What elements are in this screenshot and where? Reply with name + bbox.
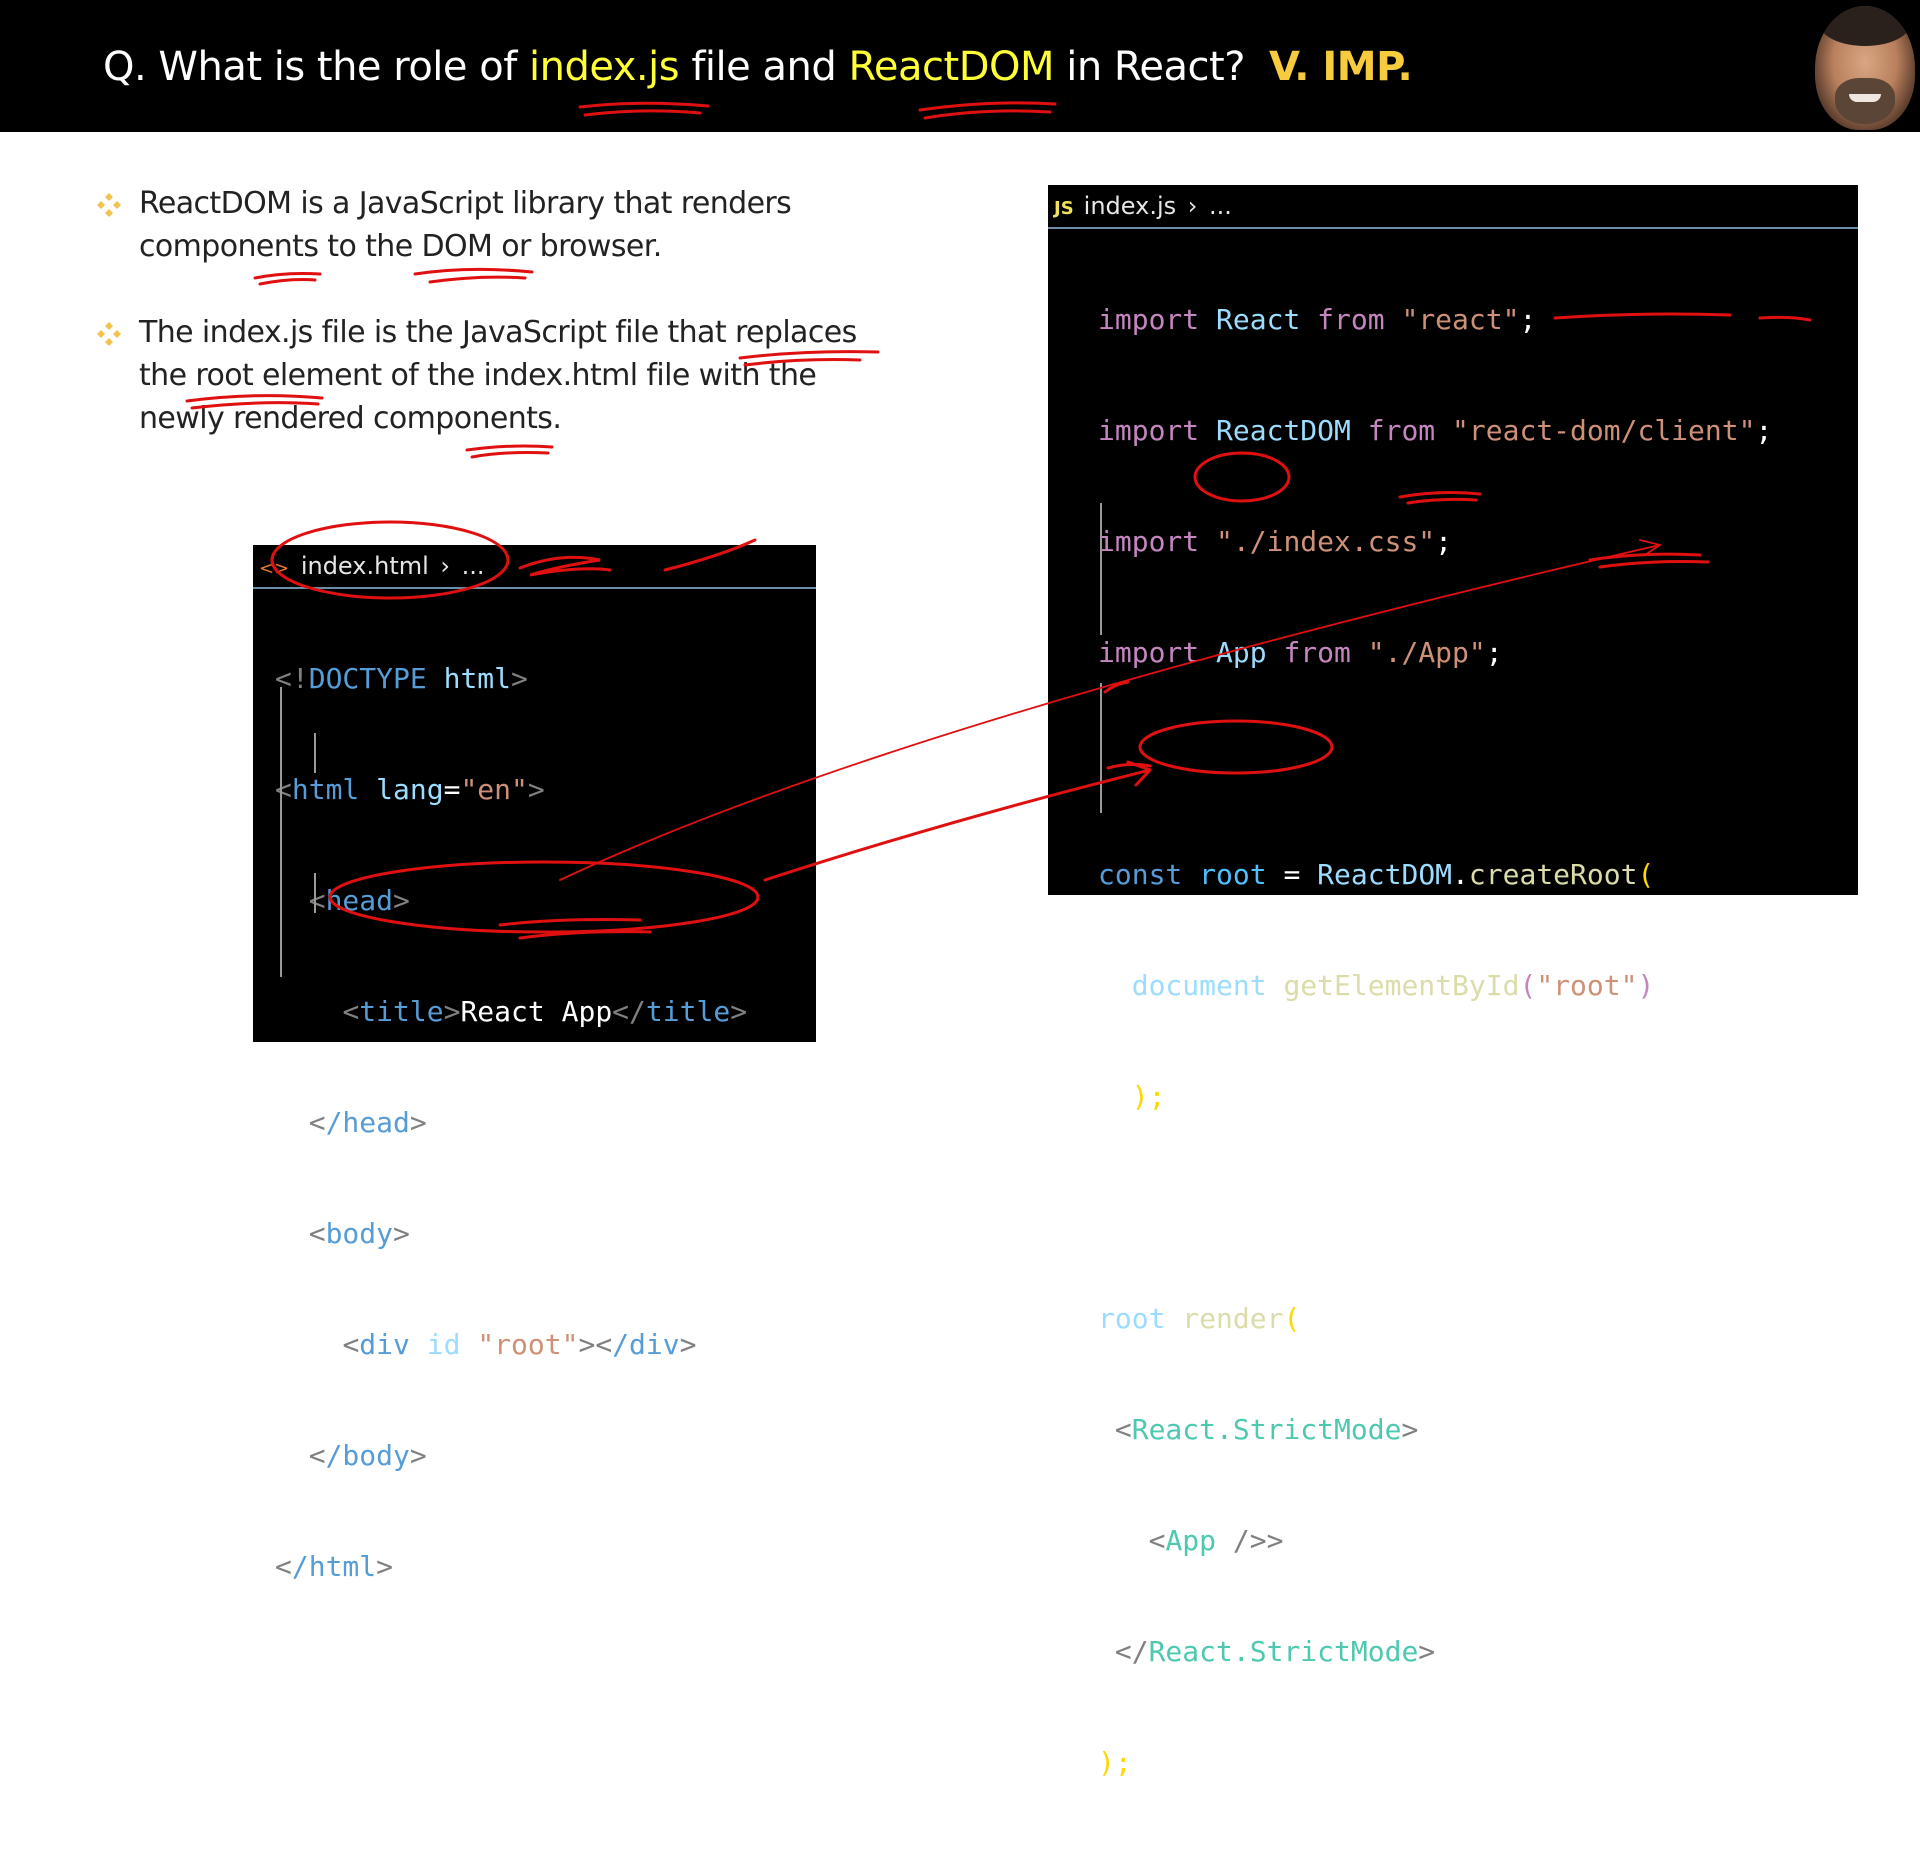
indent-guide — [314, 873, 316, 913]
bullet-text: The index.js file is the JavaScript file… — [139, 315, 857, 436]
code-line: <title>React App</title> — [342, 995, 748, 1028]
html-breadcrumb: ... — [461, 552, 485, 580]
code-line: </React.StrictMode> — [1114, 1635, 1436, 1668]
title-suffix: in React? — [1054, 44, 1245, 90]
code-line: </html> — [275, 1550, 394, 1583]
html-tab-label: index.html — [300, 552, 429, 580]
chevron-right-icon: › — [1187, 192, 1198, 220]
code-line: <App />> — [1148, 1524, 1284, 1557]
code-line: <head> — [308, 884, 410, 917]
code-line: import React from "react"; — [1098, 303, 1537, 336]
code-line: const root = ReactDOM.createRoot( — [1098, 858, 1655, 891]
code-line: import App from "./App"; — [1098, 636, 1503, 669]
code-line: </body> — [308, 1439, 427, 1472]
code-line: root.render( — [1098, 1302, 1301, 1335]
indent-guide — [1100, 503, 1102, 635]
indent-guide — [314, 733, 316, 773]
bullet-item: The index.js file is the JavaScript file… — [96, 311, 896, 440]
title-prefix: Q. What is the role of — [103, 44, 529, 90]
js-breadcrumb: ... — [1209, 192, 1232, 220]
html-code: <!DOCTYPE html> <html lang="en"> <head> … — [275, 590, 747, 1655]
code-line: import ReactDOM from "react-dom/client"; — [1098, 414, 1773, 447]
diamond-bullet-icon — [97, 322, 121, 346]
chevron-right-icon: › — [440, 552, 451, 580]
slide-title: Q. What is the role of index.js file and… — [103, 44, 1413, 90]
title-bar: Q. What is the role of index.js file and… — [0, 0, 1920, 132]
js-tab-label: index.js — [1083, 192, 1177, 220]
presenter-avatar — [1815, 6, 1915, 130]
code-line: </head> — [308, 1106, 427, 1139]
code-line: ); — [1131, 1080, 1166, 1113]
importance-badge: V. IMP. — [1268, 44, 1413, 90]
js-code-panel: JS index.js › ... import React from "reac… — [1048, 185, 1858, 1779]
code-line: <html lang="en"> — [275, 773, 545, 806]
code-line: <div id="root"></div> — [342, 1328, 697, 1361]
title-mid: file and — [679, 44, 849, 90]
code-line: document.getElementById("root") — [1131, 969, 1655, 1002]
code-line: ); — [1098, 1746, 1132, 1779]
bullet-list: ReactDOM is a JavaScript library that re… — [96, 182, 896, 483]
code-line: import "./index.css"; — [1098, 525, 1453, 558]
title-highlight-reactdom: ReactDOM — [848, 44, 1055, 90]
title-highlight-indexjs: index.js — [529, 44, 680, 90]
js-tab-header[interactable]: JS index.js › ... — [1048, 185, 1858, 229]
indent-guide — [1100, 683, 1102, 813]
code-line: <React.StrictMode> — [1114, 1413, 1419, 1446]
html-file-icon: <> — [259, 558, 290, 579]
js-file-icon: JS — [1054, 198, 1074, 219]
bullet-item: ReactDOM is a JavaScript library that re… — [96, 182, 896, 268]
diamond-bullet-icon — [97, 193, 121, 217]
html-tab-header[interactable]: <> index.html › ... — [253, 545, 816, 589]
code-line: <!DOCTYPE html> — [275, 662, 528, 695]
html-code-panel: <> index.html › ... <!DOCTYPE html> <htm… — [253, 545, 816, 1583]
bullet-text: ReactDOM is a JavaScript library that re… — [139, 186, 792, 264]
indent-guide — [280, 687, 282, 977]
js-code: import React from "react"; import ReactD… — [1098, 231, 1772, 1851]
code-line: <body> — [308, 1217, 410, 1250]
